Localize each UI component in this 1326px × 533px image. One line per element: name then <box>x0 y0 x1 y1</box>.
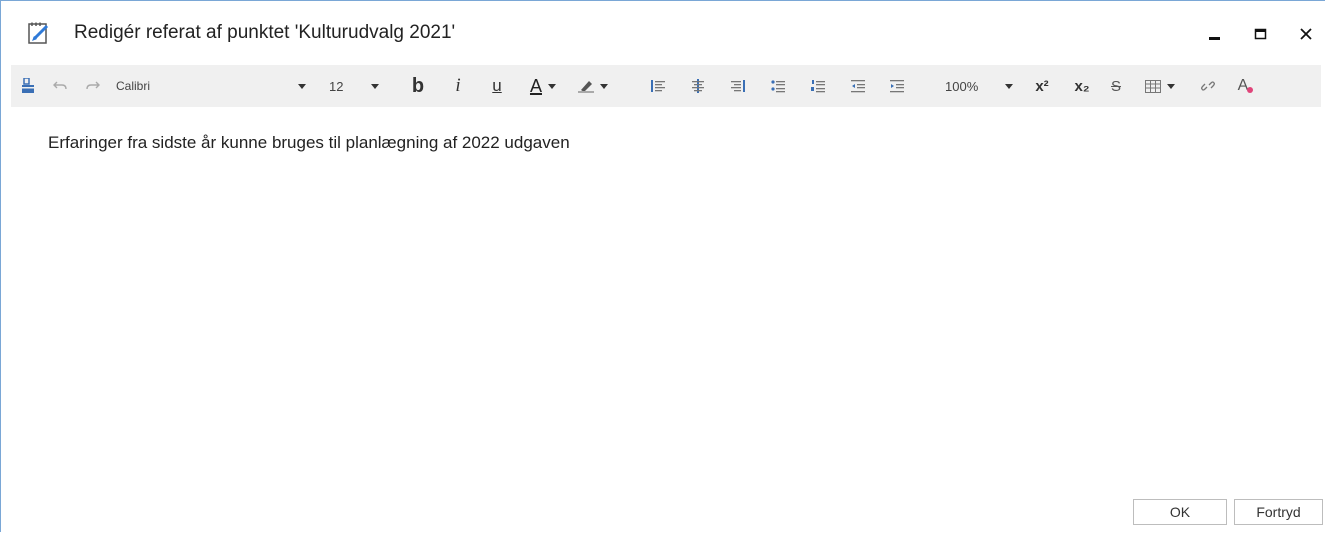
minimize-button[interactable] <box>1200 19 1230 49</box>
decrease-indent-button[interactable] <box>847 65 869 107</box>
clear-formatting-button[interactable]: A <box>1235 65 1257 107</box>
paste-button[interactable] <box>17 65 39 107</box>
chevron-down-icon <box>600 83 608 89</box>
numbered-list-icon <box>811 80 825 93</box>
bold-icon: b <box>411 74 425 97</box>
undo-icon <box>53 81 67 90</box>
edit-minutes-dialog: Redigér referat af punktet 'Kulturudvalg… <box>0 0 1325 532</box>
redo-icon <box>86 81 100 90</box>
maximize-icon <box>1254 28 1267 40</box>
font-family-value: Calibri <box>116 79 151 93</box>
bulleted-list-icon <box>771 80 785 93</box>
formatting-toolbar: Calibri 12 b i u A 100% x² x₂ S A <box>11 65 1321 107</box>
align-right-icon <box>731 80 745 92</box>
align-right-button[interactable] <box>727 65 749 107</box>
eraser-icon <box>1247 87 1254 93</box>
italic-button[interactable]: i <box>446 65 470 107</box>
highlighter-icon <box>578 81 594 93</box>
numbered-list-button[interactable] <box>807 65 829 107</box>
redo-button[interactable] <box>82 65 104 107</box>
maximize-button[interactable] <box>1246 19 1276 49</box>
align-left-icon <box>651 80 665 92</box>
insert-link-button[interactable] <box>1197 65 1219 107</box>
bulleted-list-button[interactable] <box>767 65 789 107</box>
chevron-down-icon <box>371 83 379 89</box>
italic-icon: i <box>455 75 461 96</box>
chevron-down-icon <box>298 83 306 89</box>
ok-button[interactable]: OK <box>1133 499 1227 525</box>
font-color-button[interactable]: A <box>523 65 563 107</box>
undo-button[interactable] <box>49 65 71 107</box>
insert-table-button[interactable] <box>1139 65 1181 107</box>
bold-button[interactable]: b <box>406 65 430 107</box>
indent-icon <box>890 80 904 93</box>
paste-icon <box>22 78 34 93</box>
editor-content[interactable]: Erfaringer fra sidste år kunne bruges ti… <box>48 133 570 153</box>
cancel-button[interactable]: Fortryd <box>1234 499 1323 525</box>
align-left-button[interactable] <box>647 65 669 107</box>
chevron-down-icon <box>548 83 556 89</box>
title-bar: Redigér referat af punktet 'Kulturudvalg… <box>1 1 1325 63</box>
align-center-button[interactable] <box>687 65 709 107</box>
minimize-icon <box>1209 37 1220 40</box>
superscript-button[interactable]: x² <box>1029 65 1055 107</box>
font-size-select[interactable]: 12 <box>329 65 379 107</box>
font-family-select[interactable]: Calibri <box>116 65 306 107</box>
table-icon <box>1145 79 1161 93</box>
align-center-icon <box>692 79 704 93</box>
underline-button[interactable]: u <box>485 65 509 107</box>
chevron-down-icon <box>1167 83 1175 89</box>
close-icon <box>1300 28 1312 40</box>
outdent-icon <box>851 80 865 93</box>
zoom-value: 100% <box>945 78 979 94</box>
superscript-icon: x² <box>1035 77 1049 95</box>
underline-icon: u <box>492 76 502 95</box>
subscript-icon: x₂ <box>1074 77 1090 95</box>
dialog-title: Redigér referat af punktet 'Kulturudvalg… <box>74 22 456 43</box>
increase-indent-button[interactable] <box>886 65 908 107</box>
close-button[interactable] <box>1291 19 1321 49</box>
strikethrough-icon: S <box>1110 77 1121 95</box>
highlight-button[interactable] <box>573 65 613 107</box>
zoom-select[interactable]: 100% <box>945 65 1013 107</box>
chevron-down-icon <box>1005 83 1013 89</box>
strikethrough-button[interactable]: S <box>1105 65 1127 107</box>
subscript-button[interactable]: x₂ <box>1069 65 1095 107</box>
edit-note-icon <box>27 21 51 45</box>
font-color-icon: A <box>529 75 542 96</box>
link-icon <box>1201 81 1215 91</box>
font-size-value: 12 <box>329 78 344 94</box>
